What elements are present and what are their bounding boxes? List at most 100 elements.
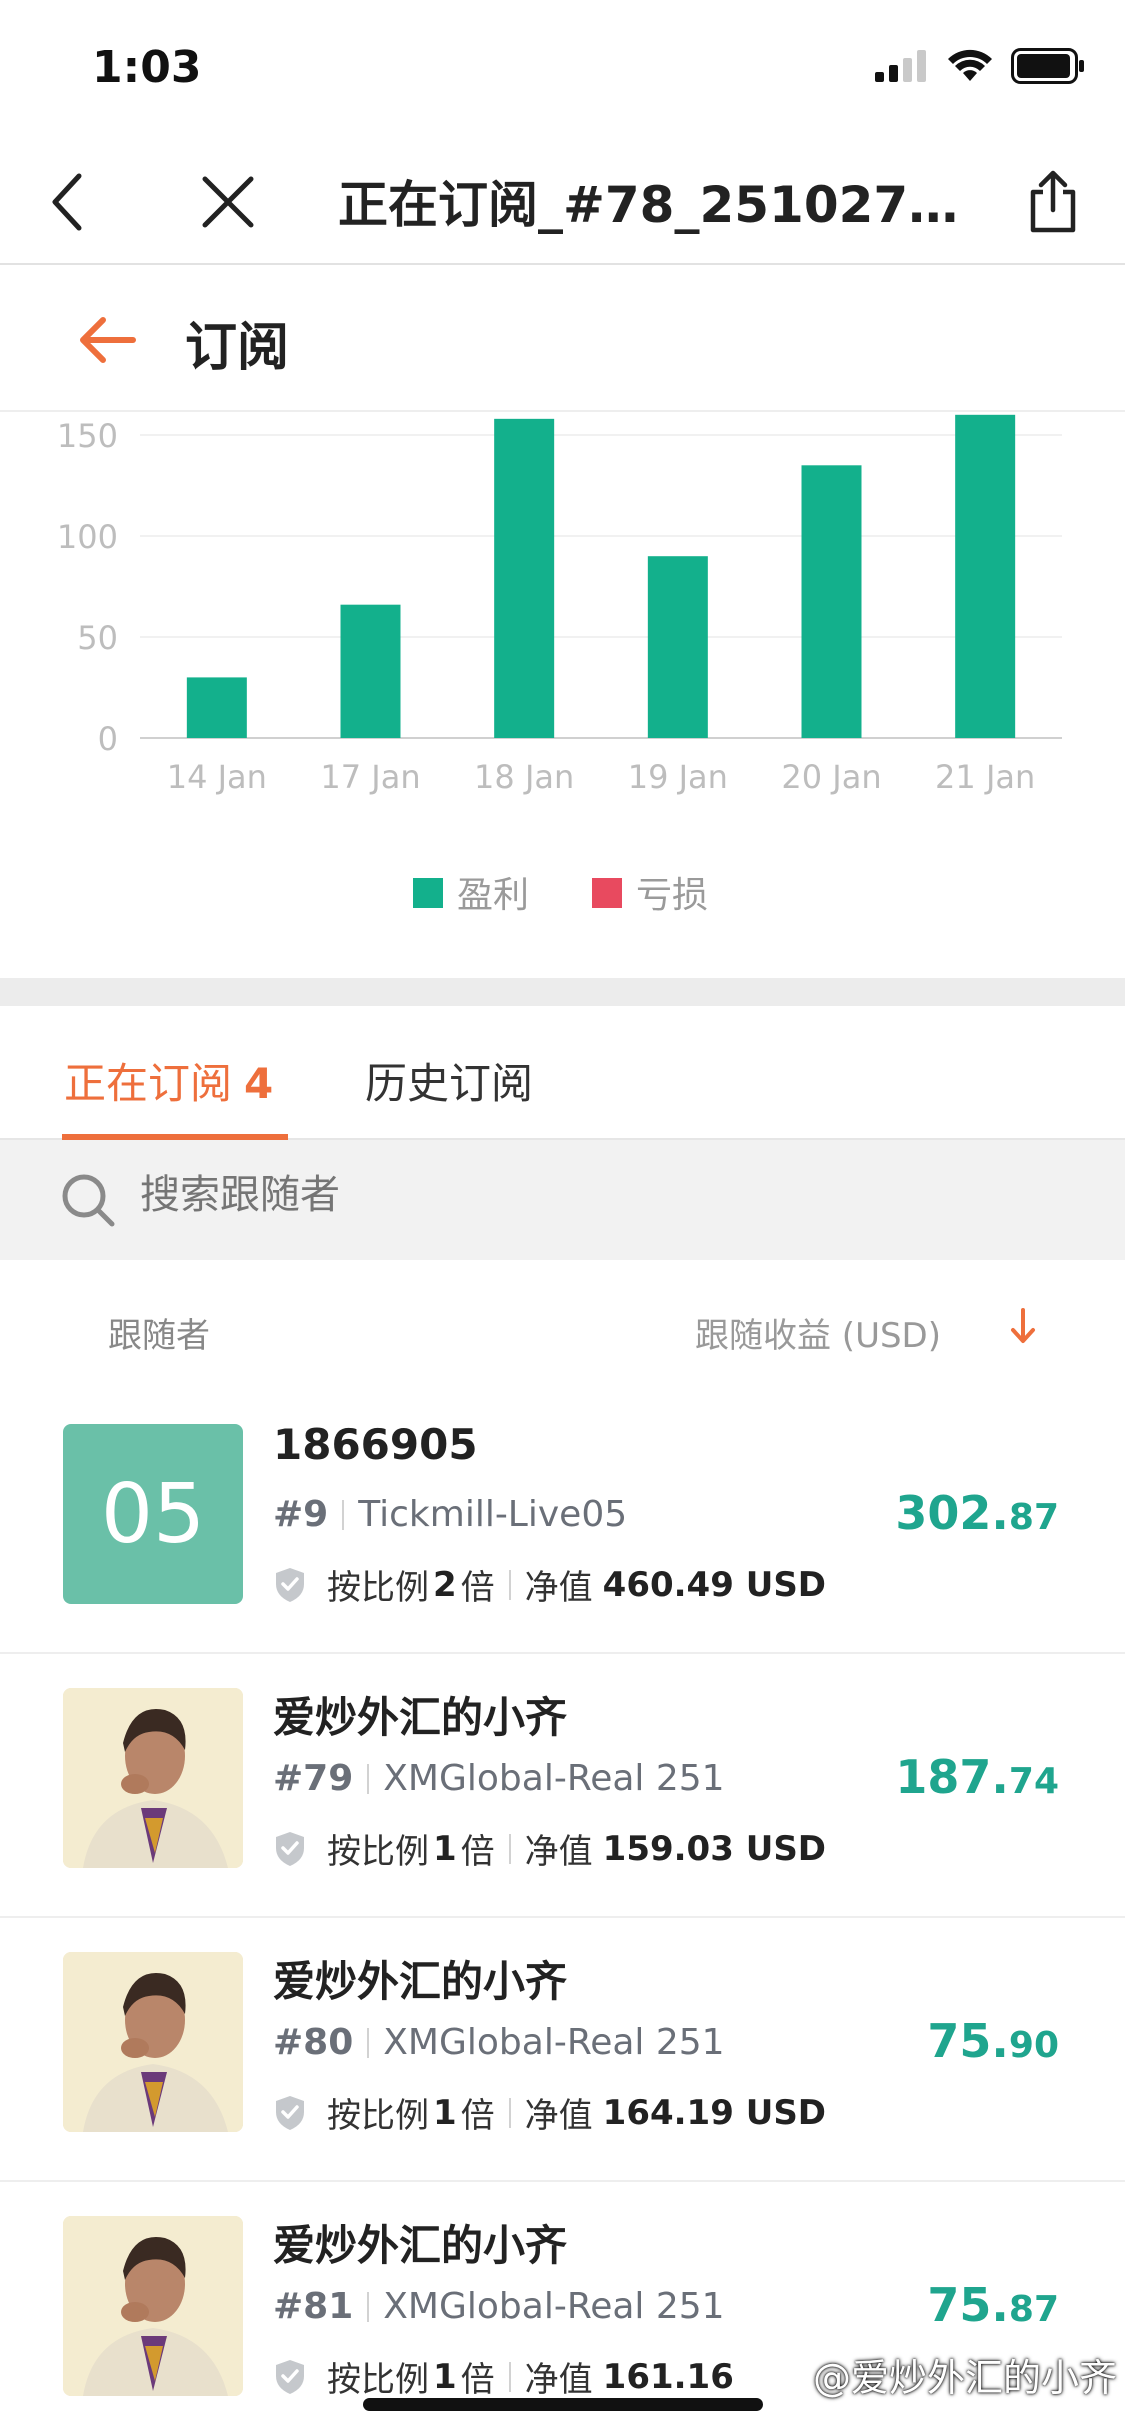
close-button[interactable] [193, 167, 263, 237]
ratio-prefix: 按比例 [327, 1832, 429, 1872]
signal-icon [875, 50, 926, 82]
profit-integer: 75. [927, 2278, 1009, 2332]
ratio-value: 1 [433, 1828, 457, 1869]
follower-detail: 按比例 2 倍 净值 460.49 USD [273, 1560, 826, 1609]
follower-broker: XMGlobal-Real 251 [383, 1758, 725, 1799]
x-tick-label: 19 Jan [628, 758, 728, 796]
equity-label: 净值 [524, 2096, 593, 2136]
tab-current-count: 4 [244, 1059, 274, 1108]
ratio-suffix: 倍 [460, 2096, 495, 2136]
search-input[interactable] [140, 1172, 1040, 1218]
follower-rank: #80 [273, 2022, 354, 2063]
bar-19-jan [647, 556, 708, 738]
follower-account: #80 XMGlobal-Real 251 [273, 2022, 725, 2063]
bar-21-jan [955, 414, 1016, 738]
y-tick-label: 150 [57, 417, 118, 455]
list-header: 跟随者 跟随收益 (USD) [0, 1260, 1125, 1390]
ratio-value: 1 [433, 2092, 457, 2133]
profit-integer: 75. [927, 2014, 1009, 2068]
equity-label: 净值 [524, 1568, 593, 1608]
follower-broker: XMGlobal-Real 251 [383, 2022, 725, 2063]
subscription-tabs: 正在订阅 4 历史订阅 [0, 1006, 1125, 1140]
sort-down-icon[interactable] [1008, 1306, 1038, 1346]
ratio-prefix: 按比例 [327, 1568, 429, 1608]
follower-name: 爱炒外汇的小齐 [273, 2221, 568, 2270]
shield-check-icon [276, 2095, 304, 2130]
legend-swatch [413, 878, 443, 908]
avatar [63, 2216, 243, 2396]
ratio-prefix: 按比例 [327, 2360, 429, 2400]
back-button[interactable] [32, 167, 102, 237]
follower-account: #9 Tickmill-Live05 [273, 1494, 627, 1535]
legend-label: 盈利 [457, 875, 529, 916]
follower-row[interactable]: 爱炒外汇的小齐 #79 XMGlobal-Real 251 按比例 1 倍 净值… [0, 1654, 1125, 1918]
avatar [63, 1688, 243, 1868]
follower-row[interactable]: 05 1866905 #9 Tickmill-Live05 按比例 2 倍 净值… [0, 1390, 1125, 1654]
profit-decimal: 87 [1008, 2289, 1059, 2330]
separator [508, 1833, 511, 1864]
bar-17-jan [340, 604, 401, 738]
equity-value: 460.49 USD [602, 1564, 827, 1605]
subheader-back-button[interactable] [72, 305, 142, 375]
follow-profit: 75.87 [927, 2278, 1059, 2332]
equity-value: 159.03 USD [602, 1828, 827, 1869]
column-follow-profit[interactable]: 跟随收益 (USD) [695, 1308, 941, 1357]
follower-name: 爱炒外汇的小齐 [273, 1957, 568, 2006]
column-follower: 跟随者 [108, 1316, 210, 1356]
follower-rank: #79 [273, 1758, 354, 1799]
equity-value: 164.19 USD [602, 2092, 827, 2133]
separator [367, 1763, 370, 1794]
page-title: 正在订阅_#78_2510279... [338, 176, 988, 234]
ratio-prefix: 按比例 [327, 2096, 429, 2136]
tab-current-label: 正在订阅 [64, 1059, 233, 1108]
share-button[interactable] [1018, 167, 1088, 237]
status-time: 1:03 [92, 42, 202, 93]
x-tick-label: 21 Jan [935, 758, 1035, 796]
avatar: 05 [63, 1424, 243, 1604]
tab-history-subscriptions[interactable]: 历史订阅 [365, 1050, 533, 1111]
avatar-photo-icon [63, 1688, 243, 1868]
share-icon [1030, 170, 1076, 233]
nav-bar: 正在订阅_#78_2510279... [0, 135, 1125, 265]
separator [508, 2097, 511, 2128]
wifi-icon [948, 49, 992, 81]
shield-check-icon [276, 1831, 304, 1866]
separator [508, 1569, 511, 1600]
shield-check-icon [276, 2359, 304, 2394]
chevron-left-icon [52, 173, 82, 231]
follower-detail: 按比例 1 倍 净值 159.03 USD [273, 1824, 826, 1873]
follower-broker: XMGlobal-Real 251 [383, 2286, 725, 2327]
avatar-photo-icon [63, 2216, 243, 2396]
follow-profit: 187.74 [895, 1750, 1059, 1804]
avatar-text: 05 [100, 1466, 206, 1562]
follower-rank: #9 [273, 1494, 329, 1535]
profit-chart: 0 50 100 150 14 Jan 17 Jan 18 Jan 19 Jan 20 Jan 2… [0, 412, 1125, 972]
arrow-left-icon [80, 317, 136, 363]
status-bar: 1:03 [0, 0, 1125, 135]
follower-rank: #81 [273, 2286, 354, 2327]
section-divider [0, 978, 1125, 1006]
y-tick-label: 0 [98, 720, 118, 758]
ratio-value: 2 [433, 1564, 457, 1605]
shield-check-icon [276, 1567, 304, 1602]
equity-label: 净值 [524, 1832, 593, 1872]
x-tick-label: 20 Jan [781, 758, 881, 796]
close-icon [202, 176, 254, 228]
follower-row[interactable]: 爱炒外汇的小齐 #80 XMGlobal-Real 251 按比例 1 倍 净值… [0, 1918, 1125, 2182]
follow-profit: 75.90 [927, 2014, 1059, 2068]
x-tick-label: 17 Jan [320, 758, 420, 796]
profit-integer: 187. [895, 1750, 1009, 1804]
avatar [63, 1952, 243, 2132]
avatar-photo-icon [63, 1952, 243, 2132]
equity-value: 161.16 [602, 2356, 734, 2397]
search-icon [62, 1174, 115, 1227]
ratio-value: 1 [433, 2356, 457, 2397]
ratio-suffix: 倍 [460, 1568, 495, 1608]
follower-account: #79 XMGlobal-Real 251 [273, 1758, 725, 1799]
follower-broker: Tickmill-Live05 [358, 1494, 628, 1535]
x-tick-label: 14 Jan [167, 758, 267, 796]
follower-detail: 按比例 1 倍 净值 164.19 USD [273, 2088, 826, 2137]
home-indicator [363, 2398, 763, 2411]
tab-current-subscriptions[interactable]: 正在订阅 4 [64, 1050, 273, 1111]
separator [342, 1499, 345, 1530]
